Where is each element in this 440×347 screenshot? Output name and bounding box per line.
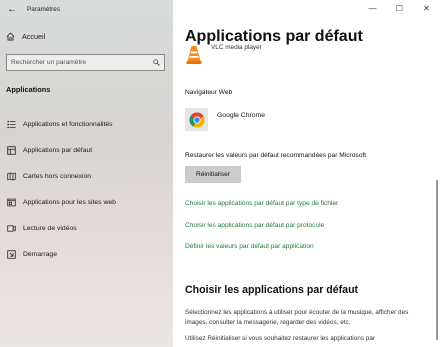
sidebar-item-startup[interactable]: Démarrage (0, 241, 173, 267)
browser-heading: Navigateur Web (185, 89, 233, 96)
vlc-icon (185, 44, 203, 71)
sidebar-item-default-apps[interactable]: Applications par défaut (0, 137, 173, 163)
home-label: Accueil (22, 32, 46, 41)
close-icon: ✕ (423, 3, 430, 13)
chrome-icon (188, 111, 204, 128)
reset-button[interactable]: Réinitialiser (185, 166, 241, 183)
sidebar-item-label: Démarrage (23, 250, 57, 258)
sidebar-item-label: Applications et fonctionnalités (23, 120, 113, 128)
scrollbar[interactable] (436, 180, 438, 340)
sidebar-item-label: Applications pour les sites web (23, 198, 116, 206)
apps-list-icon (6, 119, 16, 129)
sidebar-item-website-apps[interactable]: Applications pour les sites web (0, 189, 173, 215)
restore-defaults-text: Restaurer les valeurs par défaut recomma… (185, 152, 367, 159)
sidebar-item-label: Applications par défaut (23, 146, 93, 154)
search-box (6, 54, 165, 71)
sidebar-item-offline-maps[interactable]: Cartes hors connexion (0, 163, 173, 189)
sidebar-section-title: Applications (6, 85, 51, 94)
maximize-button[interactable]: ☐ (386, 0, 413, 16)
video-icon (6, 223, 16, 233)
search-input[interactable] (11, 59, 153, 66)
main-pane: — ☐ ✕ VLC media player Applications par … (173, 0, 440, 347)
home-icon (6, 32, 15, 41)
startup-icon (6, 249, 16, 259)
section-subtitle: Choisir les applications par défaut (185, 284, 359, 296)
sidebar-item-label: Cartes hors connexion (23, 172, 92, 180)
map-icon (6, 171, 16, 181)
home-nav-item[interactable]: Accueil (6, 32, 45, 41)
section-description-2: Utilisez Réinitialiser si vous souhaitez… (185, 335, 376, 342)
vlc-app-row[interactable]: VLC media player (185, 44, 262, 66)
maximize-icon: ☐ (395, 3, 404, 13)
section-description: Sélectionnez les applications à utiliser… (185, 309, 409, 326)
window-controls: — ☐ ✕ (359, 0, 440, 16)
link-defaults-by-protocol[interactable]: Choisir les applications par défaut par … (185, 222, 324, 229)
title-bar: ← Paramètres (0, 0, 173, 18)
browser-app-label: Google Chrome (217, 111, 265, 119)
link-defaults-by-app[interactable]: Définir les valeurs par défaut par appli… (185, 243, 314, 250)
website-apps-icon (6, 197, 16, 207)
minimize-button[interactable]: — (359, 0, 386, 16)
sidebar-item-apps-features[interactable]: Applications et fonctionnalités (0, 111, 173, 137)
sidebar: ← Paramètres Accueil Applications Applic… (0, 0, 173, 347)
sidebar-nav: Applications et fonctionnalités Applicat… (0, 111, 173, 267)
link-defaults-by-file-type[interactable]: Choisir les applications par défaut par … (185, 200, 338, 207)
browser-app-button[interactable]: Google Chrome (185, 108, 265, 131)
back-arrow-icon: ← (7, 3, 17, 15)
search-icon[interactable] (153, 59, 160, 66)
sidebar-item-video-playback[interactable]: Lecture de vidéos (0, 215, 173, 241)
page-title: Applications par défaut (185, 28, 363, 45)
close-button[interactable]: ✕ (413, 0, 440, 16)
sidebar-item-label: Lecture de vidéos (23, 224, 77, 232)
app-title: Paramètres (27, 5, 61, 13)
chrome-icon-tile (185, 108, 208, 131)
back-button[interactable]: ← (3, 1, 21, 17)
default-apps-icon (6, 145, 16, 155)
minimize-icon: — (368, 3, 377, 13)
